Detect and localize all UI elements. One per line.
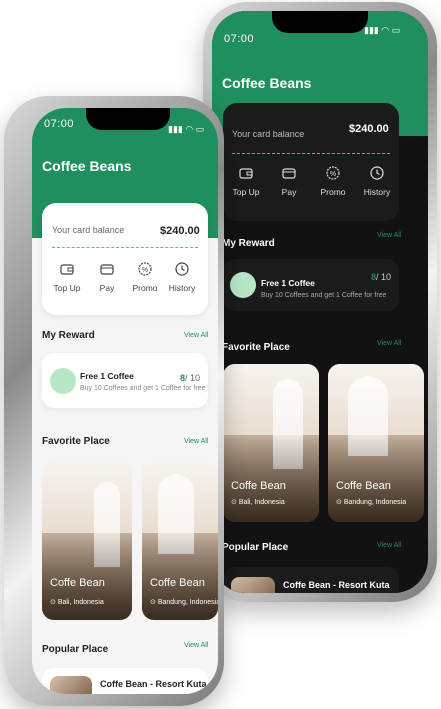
favorite-place-card[interactable]: Coffe Bean ⊙ Bandung, Indonesia xyxy=(142,462,218,620)
clock-icon xyxy=(370,166,384,180)
coffee-cup-icon xyxy=(50,368,76,394)
popular-place-item[interactable]: Coffe Bean - Resort Kuta xyxy=(223,567,399,593)
history-button[interactable]: History xyxy=(355,165,399,197)
favorite-view-all-link[interactable]: View All xyxy=(377,340,401,347)
popular-place-item[interactable]: Coffe Bean - Resort Kuta xyxy=(42,668,208,694)
popular-view-all-link[interactable]: View All xyxy=(184,642,208,649)
place-name: Coffe Bean xyxy=(336,480,391,492)
promo-icon: % xyxy=(138,262,152,276)
card-balance-label: Your card balance xyxy=(232,129,305,139)
place-location: ⊙ Bandung, Indonesia xyxy=(336,499,407,506)
reward-description: Buy 10 Coffees and get 1 Coffee for free xyxy=(80,385,206,392)
card-balance-amount: $240.00 xyxy=(349,123,389,135)
history-button[interactable]: History xyxy=(160,261,204,293)
reward-card[interactable]: Free 1 Coffee Buy 10 Coffees and get 1 C… xyxy=(42,353,208,408)
favorite-place-card[interactable]: Coffe Bean ⊙ Bandung, Indonesia xyxy=(328,364,424,522)
top-up-button[interactable]: Top Up xyxy=(45,261,89,293)
popular-place-heading: Popular Place xyxy=(222,542,289,553)
balance-card[interactable]: Your card balance $240.00 Top Up Pay % P… xyxy=(42,203,208,315)
my-reward-heading: My Reward xyxy=(222,238,275,249)
favorite-place-heading: Favorite Place xyxy=(42,436,110,447)
reward-description: Buy 10 Coffees and get 1 Coffee for free xyxy=(261,292,387,299)
popular-place-title: Coffe Bean - Resort Kuta xyxy=(100,679,207,689)
status-icons: ▮▮▮ ◠ ▭ xyxy=(168,124,205,134)
balance-card[interactable]: Your card balance $240.00 Top Up Pay % P… xyxy=(223,103,399,221)
clock-icon xyxy=(175,262,189,276)
popular-place-title: Coffe Bean - Resort Kuta xyxy=(283,580,390,590)
phone-light: 07:00 ▮▮▮ ◠ ▭ Coffee Beans Your card bal… xyxy=(4,96,224,706)
status-time: 07:00 xyxy=(44,118,75,130)
place-location: ⊙ Bali, Indonesia xyxy=(231,499,285,506)
popular-place-heading: Popular Place xyxy=(42,644,109,655)
app-title: Coffee Beans xyxy=(222,75,312,91)
place-location: ⊙ Bandung, Indonesia xyxy=(150,599,218,606)
reward-title: Free 1 Coffee xyxy=(80,371,134,381)
reward-title: Free 1 Coffee xyxy=(261,278,315,288)
pay-button[interactable]: Pay xyxy=(267,165,311,197)
status-icons: ▮▮▮ ◠ ▭ xyxy=(364,25,401,35)
light-screen: 07:00 ▮▮▮ ◠ ▭ Coffee Beans Your card bal… xyxy=(32,108,218,694)
popular-thumbnail xyxy=(231,577,275,593)
reward-card[interactable]: Free 1 Coffee Buy 10 Coffees and get 1 C… xyxy=(223,259,399,311)
svg-text:%: % xyxy=(142,267,148,274)
svg-text:%: % xyxy=(330,171,336,178)
reward-progress: 8/ 10 xyxy=(371,272,392,282)
app-title: Coffee Beans xyxy=(42,158,132,174)
my-reward-heading: My Reward xyxy=(42,330,95,341)
place-location: ⊙ Bali, Indonesia xyxy=(50,599,104,606)
popular-thumbnail xyxy=(50,676,92,694)
wallet-icon xyxy=(60,264,74,275)
phone-dark: 07:00 ▮▮▮ ◠ ▭ Coffee Beans Your card bal… xyxy=(203,2,437,602)
place-name: Coffe Bean xyxy=(231,480,286,492)
popular-view-all-link[interactable]: View All xyxy=(377,542,401,549)
card-icon xyxy=(282,168,296,179)
card-icon xyxy=(100,264,114,275)
promo-button[interactable]: % Promo xyxy=(311,165,355,197)
coffee-cup-icon xyxy=(230,272,256,298)
favorite-place-card[interactable]: Coffe Bean ⊙ Bali, Indonesia xyxy=(223,364,319,522)
reward-view-all-link[interactable]: View All xyxy=(184,332,208,339)
top-up-button[interactable]: Top Up xyxy=(224,165,268,197)
reward-progress: 8/ 10 xyxy=(180,373,201,383)
card-balance-amount: $240.00 xyxy=(160,225,200,237)
status-time: 07:00 xyxy=(224,33,255,45)
favorite-view-all-link[interactable]: View All xyxy=(184,438,208,445)
favorite-place-card[interactable]: Coffe Bean ⊙ Bali, Indonesia xyxy=(42,462,132,620)
promo-icon: % xyxy=(326,166,340,180)
place-name: Coffe Bean xyxy=(50,577,105,589)
reward-view-all-link[interactable]: View All xyxy=(377,232,401,239)
place-name: Coffe Bean xyxy=(150,577,205,589)
favorite-place-heading: Favorite Place xyxy=(222,342,290,353)
wallet-icon xyxy=(239,168,253,179)
card-balance-label: Your card balance xyxy=(52,225,125,235)
dark-screen: 07:00 ▮▮▮ ◠ ▭ Coffee Beans Your card bal… xyxy=(212,11,428,593)
